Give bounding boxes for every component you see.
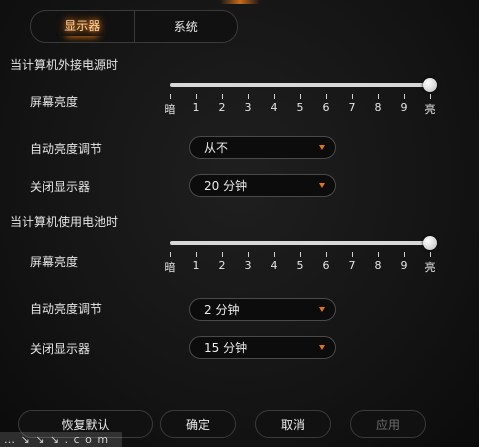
slider-tick-label: 8	[374, 259, 382, 272]
tab-display-label: 显示器	[60, 17, 104, 36]
battery-display-off-value: 15 分钟	[204, 341, 248, 355]
slider-tick	[430, 94, 431, 99]
battery-auto-brightness-dropdown[interactable]: 2 分钟	[189, 298, 336, 321]
slider-tick-label: 9	[400, 259, 408, 272]
slider-tick-label: 2	[218, 259, 226, 272]
apply-button[interactable]: 应用	[350, 410, 426, 438]
ac-section-title: 当计算机外接电源时	[10, 58, 119, 72]
slider-tick-label: 7	[348, 101, 356, 114]
ok-button[interactable]: 确定	[160, 410, 236, 438]
battery-display-off-dropdown[interactable]: 15 分钟	[189, 336, 336, 359]
ac-brightness-ticks: 暗 1 2 3 4 5 6 7 8 9 亮	[165, 94, 436, 116]
slider-tick-label: 4	[270, 101, 278, 114]
chevron-down-icon	[319, 307, 325, 312]
slider-tick	[248, 94, 249, 99]
slider-tick	[404, 252, 405, 257]
cancel-button[interactable]: 取消	[255, 410, 331, 438]
slider-tick	[248, 252, 249, 257]
watermark: … ↘ ↘ ↘ . c o m	[0, 432, 122, 447]
ac-display-off-dropdown[interactable]: 20 分钟	[189, 174, 336, 197]
chevron-down-icon	[319, 145, 325, 150]
slider-tick-label: 2	[218, 101, 226, 114]
slider-tick-label: 1	[192, 101, 200, 114]
tab-system[interactable]: 系统	[133, 11, 238, 42]
slider-tick-label: 9	[400, 101, 408, 114]
slider-tick-label: 5	[296, 259, 304, 272]
slider-tick	[170, 94, 171, 99]
ac-brightness-label: 屏幕亮度	[30, 95, 79, 109]
slider-tick-label: 7	[348, 259, 356, 272]
slider-tick	[222, 94, 223, 99]
slider-tick	[430, 252, 431, 257]
ac-display-off-value: 20 分钟	[204, 179, 248, 193]
slider-tick	[378, 252, 379, 257]
slider-tick-label: 3	[244, 259, 252, 272]
slider-tick	[326, 94, 327, 99]
tab-bar: 显示器 系统	[30, 10, 238, 43]
slider-tick-label: 4	[270, 259, 278, 272]
slider-tick-label: 亮	[424, 103, 436, 116]
slider-tick	[352, 94, 353, 99]
battery-brightness-ticks: 暗 1 2 3 4 5 6 7 8 9 亮	[165, 252, 436, 274]
ac-brightness-slider[interactable]	[170, 83, 430, 87]
slider-tick	[274, 94, 275, 99]
chevron-down-icon	[319, 345, 325, 350]
tab-system-label: 系统	[173, 20, 198, 34]
title-glow	[220, 0, 260, 4]
ac-display-off-label: 关闭显示器	[30, 180, 91, 194]
battery-auto-brightness-value: 2 分钟	[204, 303, 240, 317]
ac-auto-brightness-dropdown[interactable]: 从不	[189, 136, 336, 159]
slider-tick-label: 5	[296, 101, 304, 114]
slider-tick	[352, 252, 353, 257]
slider-tick-label: 6	[322, 101, 330, 114]
battery-display-off-label: 关闭显示器	[30, 342, 91, 356]
slider-tick	[300, 252, 301, 257]
slider-tick	[274, 252, 275, 257]
slider-tick-label: 暗	[164, 261, 176, 274]
battery-brightness-slider-thumb[interactable]	[423, 236, 437, 250]
slider-tick	[170, 252, 171, 257]
ac-auto-brightness-label: 自动亮度调节	[30, 142, 103, 156]
slider-tick	[404, 94, 405, 99]
battery-section-title: 当计算机使用电池时	[10, 215, 119, 229]
slider-tick	[378, 94, 379, 99]
slider-tick-label: 8	[374, 101, 382, 114]
slider-tick-label: 6	[322, 259, 330, 272]
battery-brightness-label: 屏幕亮度	[30, 255, 79, 269]
slider-tick	[196, 252, 197, 257]
slider-tick-label: 亮	[424, 261, 436, 274]
battery-brightness-slider[interactable]	[170, 241, 430, 245]
slider-tick-label: 暗	[164, 103, 176, 116]
tab-display[interactable]: 显示器	[31, 11, 134, 42]
ac-auto-brightness-value: 从不	[204, 141, 229, 155]
slider-tick	[300, 94, 301, 99]
slider-tick-label: 1	[192, 259, 200, 272]
slider-tick-label: 3	[244, 101, 252, 114]
slider-tick	[196, 94, 197, 99]
slider-tick	[326, 252, 327, 257]
chevron-down-icon	[319, 183, 325, 188]
battery-auto-brightness-label: 自动亮度调节	[30, 302, 103, 316]
slider-tick	[222, 252, 223, 257]
ac-brightness-slider-thumb[interactable]	[423, 78, 437, 92]
